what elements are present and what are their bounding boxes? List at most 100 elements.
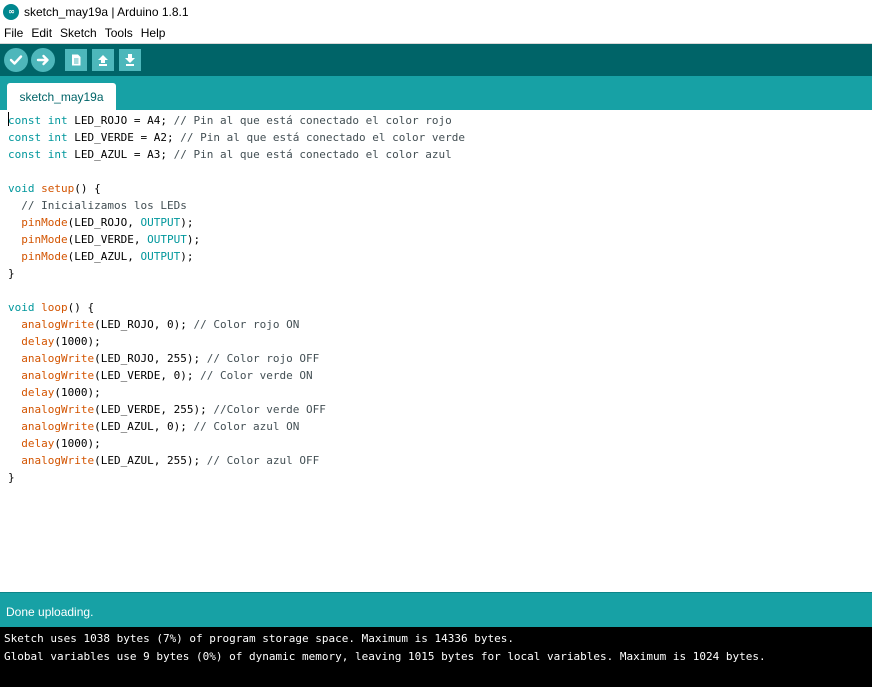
menu-help[interactable]: Help [137, 26, 170, 40]
code-editor[interactable]: const int LED_ROJO = A4; // Pin al que e… [0, 110, 872, 592]
save-button[interactable] [119, 49, 141, 71]
console-line: Sketch uses 1038 bytes (7%) of program s… [4, 632, 514, 645]
code-token: analogWrite [21, 420, 95, 433]
code-line: pinMode(LED_AZUL, OUTPUT); [8, 248, 193, 265]
code-line: const int LED_VERDE = A2; // Pin al que … [8, 129, 465, 146]
code-token: (1000); [54, 335, 101, 348]
menu-sketch[interactable]: Sketch [56, 26, 101, 40]
status-message: Done uploading. [6, 605, 94, 619]
code-token: pinMode [21, 250, 68, 263]
code-token: LED_ROJO = A4; [67, 114, 174, 127]
console-line: Global variables use 9 bytes (0%) of dyn… [4, 650, 766, 663]
code-line: analogWrite(LED_AZUL, 0); // Color azul … [8, 418, 299, 435]
code-line: void setup() { [8, 180, 101, 197]
code-token: LED_AZUL = A3; [67, 148, 174, 161]
code-token: OUTPUT [140, 250, 181, 263]
code-token: loop [41, 301, 68, 314]
code-line: delay(1000); [8, 333, 101, 350]
code-line: const int LED_AZUL = A3; // Pin al que e… [8, 146, 452, 163]
code-token: int [47, 131, 68, 144]
code-line: analogWrite(LED_ROJO, 0); // Color rojo … [8, 316, 299, 333]
code-token: () { [67, 301, 95, 314]
code-token: // Pin al que está conectado el color ve… [180, 131, 465, 144]
checkmark-icon [9, 55, 23, 65]
code-token: // Color verde ON [200, 369, 313, 382]
code-token: analogWrite [21, 403, 95, 416]
code-token: // Pin al que está conectado el color az… [173, 148, 452, 161]
code-line: analogWrite(LED_AZUL, 255); // Color azu… [8, 452, 319, 469]
code-token: //Color verde OFF [213, 403, 326, 416]
output-console[interactable]: Sketch uses 1038 bytes (7%) of program s… [0, 627, 872, 687]
code-token: void [8, 301, 35, 314]
code-token: ); [180, 250, 194, 263]
code-token: (LED_AZUL, [67, 250, 141, 263]
code-token: analogWrite [21, 369, 95, 382]
code-token: OUTPUT [147, 233, 187, 246]
status-bar: Done uploading. [0, 592, 872, 628]
code-token: (LED_VERDE, 255); [94, 403, 214, 416]
arrow-down-icon [125, 54, 135, 66]
tab-strip: sketch_may19a [0, 76, 872, 110]
code-line: analogWrite(LED_VERDE, 0); // Color verd… [8, 367, 313, 384]
code-token: } [8, 267, 15, 280]
code-token: delay [21, 437, 55, 450]
code-token: (1000); [54, 386, 101, 399]
menu-tools[interactable]: Tools [101, 26, 137, 40]
code-line: analogWrite(LED_ROJO, 255); // Color roj… [8, 350, 319, 367]
code-token: int [47, 148, 68, 161]
menu-bar: File Edit Sketch Tools Help [0, 23, 872, 44]
tab-sketch[interactable]: sketch_may19a [7, 83, 116, 110]
code-token: (LED_VERDE, 0); [94, 369, 201, 382]
upload-button[interactable] [31, 48, 55, 72]
code-token: (LED_AZUL, 255); [94, 454, 207, 467]
code-token: setup [41, 182, 75, 195]
verify-button[interactable] [4, 48, 28, 72]
code-token: pinMode [21, 216, 68, 229]
arduino-logo-icon: ∞ [3, 3, 19, 20]
code-token: analogWrite [21, 318, 95, 331]
code-token: (LED_ROJO, [67, 216, 141, 229]
code-token: analogWrite [21, 454, 95, 467]
new-button[interactable] [65, 49, 87, 71]
code-token: (1000); [54, 437, 101, 450]
code-line: // Inicializamos los LEDs [8, 197, 187, 214]
menu-edit[interactable]: Edit [27, 26, 56, 40]
code-line: pinMode(LED_ROJO, OUTPUT); [8, 214, 193, 231]
title-bar: ∞ sketch_may19a | Arduino 1.8.1 [0, 0, 872, 23]
code-line: delay(1000); [8, 384, 101, 401]
code-token: delay [21, 335, 55, 348]
code-token: pinMode [21, 233, 68, 246]
code-token: // Color azul OFF [206, 454, 320, 467]
code-token: OUTPUT [140, 216, 181, 229]
arrow-right-icon [36, 54, 49, 66]
code-token: ); [180, 216, 194, 229]
menu-file[interactable]: File [0, 26, 27, 40]
code-line: void loop() { [8, 299, 94, 316]
code-token: delay [21, 386, 55, 399]
open-button[interactable] [92, 49, 114, 71]
code-token: analogWrite [21, 352, 95, 365]
code-token: int [47, 114, 68, 127]
arrow-up-icon [98, 55, 108, 66]
code-token: const [8, 131, 42, 144]
code-token: (LED_ROJO, 0); [94, 318, 194, 331]
code-token: const [8, 148, 42, 161]
code-token: ); [186, 233, 201, 246]
code-token: // Inicializamos los LEDs [21, 199, 187, 212]
code-line: delay(1000); [8, 435, 101, 452]
code-token: () { [74, 182, 101, 195]
code-token: const [8, 114, 42, 127]
